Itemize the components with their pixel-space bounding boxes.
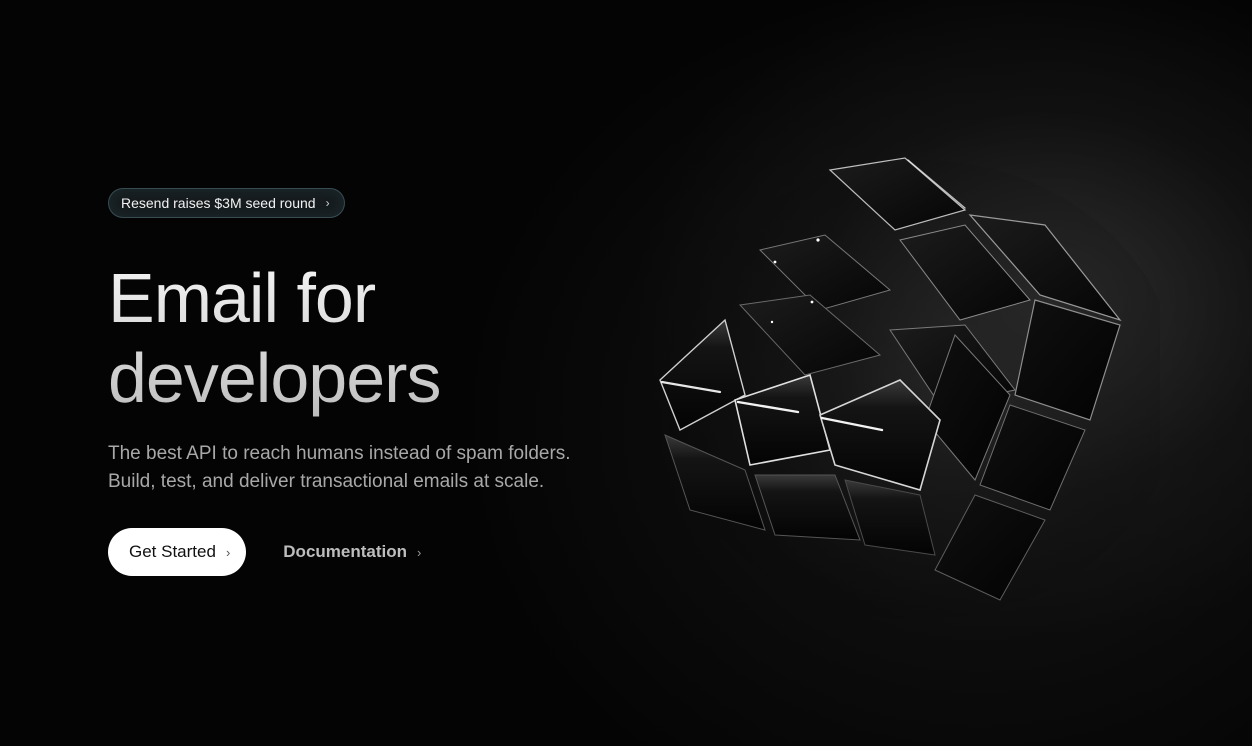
hero-section: Resend raises $3M seed round › Email for… [108,188,668,576]
hero-actions: Get Started › Documentation › [108,528,668,576]
hero-subtitle: The best API to reach humans instead of … [108,440,668,496]
get-started-button[interactable]: Get Started › [108,528,247,576]
landing-page: Resend raises $3M seed round › Email for… [0,0,1252,746]
rubiks-cube-illustration [659,157,1160,620]
headline-line-2: developers [108,339,441,417]
announcement-label: Resend raises $3M seed round [121,195,316,211]
documentation-link[interactable]: Documentation › [283,542,421,562]
subtitle-line-1: The best API to reach humans instead of … [108,443,571,464]
headline-line-1: Email for [108,259,376,337]
documentation-label: Documentation [283,542,408,561]
get-started-label: Get Started [129,542,216,561]
announcement-pill[interactable]: Resend raises $3M seed round › [108,188,345,218]
chevron-right-icon: › [417,544,422,560]
subtitle-line-2: Build, test, and deliver transactional e… [108,471,545,492]
hero-headline: Email for developers [108,258,668,418]
chevron-right-icon: › [325,196,330,210]
chevron-right-icon: › [225,544,231,560]
